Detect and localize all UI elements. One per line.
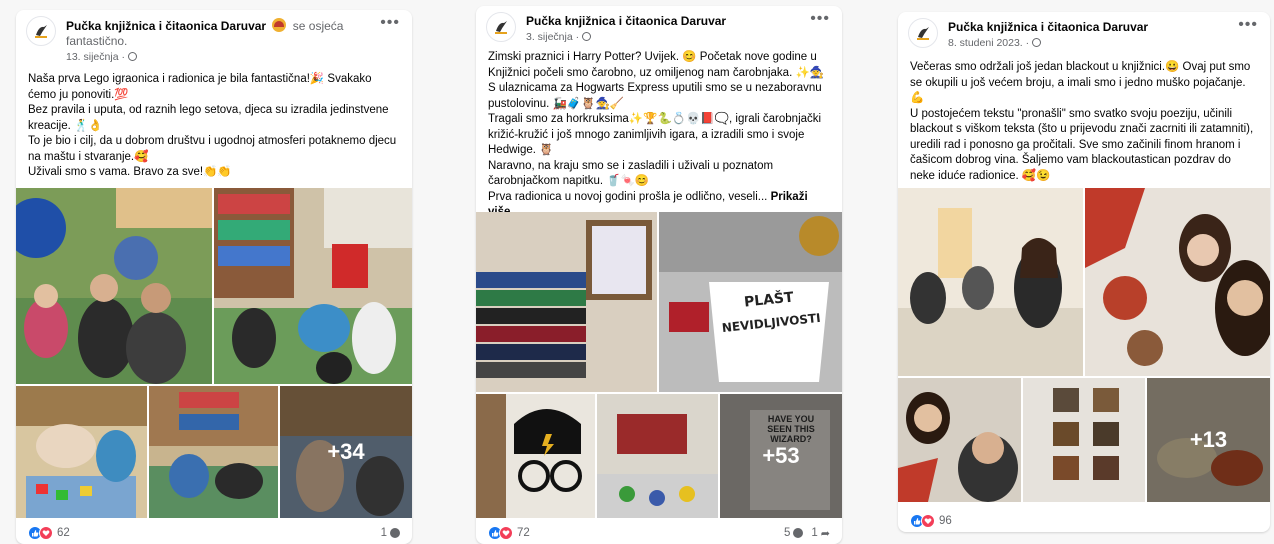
photo-3[interactable] (898, 378, 1021, 502)
photo-4[interactable] (149, 386, 278, 518)
photo-2[interactable] (1085, 188, 1270, 376)
post-footer: 72 5 1 ➦ (476, 522, 842, 544)
reaction-count[interactable]: 72 (517, 527, 530, 539)
page-name[interactable]: Pučka knjižnica i čitaonica Daruvar (526, 14, 726, 28)
photo-gallery: +13 (898, 188, 1270, 502)
books-photo (476, 212, 657, 392)
more-photos-count[interactable]: +13 (1147, 378, 1270, 502)
photo-3[interactable] (476, 394, 595, 518)
globe-icon (582, 32, 592, 41)
feeling-emoji-icon (272, 18, 287, 32)
post-header: Pučka knjižnica i čitaonica Daruvar 8. s… (898, 12, 1270, 56)
blackout-craft-photo (1085, 188, 1270, 376)
library-play-photo (214, 188, 412, 384)
love-icon[interactable] (39, 526, 53, 540)
stork-logo-icon (913, 23, 933, 43)
kids-floor-photo (149, 386, 278, 518)
page-name[interactable]: Pučka knjižnica i čitaonica Daruvar (66, 19, 266, 33)
share-count[interactable]: 1 (811, 527, 817, 539)
page-avatar[interactable] (26, 16, 56, 46)
photo-gallery: PLAŠT NEVIDLJIVOSTI HAVE YOU SEEN THIS W… (476, 212, 842, 518)
photo-1[interactable] (476, 212, 657, 392)
post-blackout: Pučka knjižnica i čitaonica Daruvar 8. s… (898, 12, 1270, 532)
post-header: Pučka knjižnica i čitaonica Daruvar se o… (16, 10, 412, 68)
photo-gallery: +34 (16, 188, 412, 518)
share-icon: ➦ (820, 527, 830, 540)
post-text: Večeras smo održali još jedan blackout u… (910, 61, 1254, 182)
comment-icon (390, 528, 400, 538)
photo-1[interactable] (16, 188, 212, 384)
post-footer: 62 1 (16, 522, 412, 544)
reaction-count[interactable]: 62 (57, 527, 70, 539)
post-header: Pučka knjižnica i čitaonica Daruvar 3. s… (476, 6, 842, 46)
lego-table-photo (16, 386, 147, 518)
globe-icon (127, 52, 137, 61)
page-name[interactable]: Pučka knjižnica i čitaonica Daruvar (948, 20, 1148, 34)
photo-4[interactable] (597, 394, 718, 518)
comment-count[interactable]: 5 (784, 527, 790, 539)
comment-icon (793, 528, 804, 538)
post-lego: Pučka knjižnica i čitaonica Daruvar se o… (16, 10, 412, 544)
harry-drawing-photo (476, 394, 595, 518)
post-text: Zimski praznici i Harry Potter? Uvijek. … (476, 46, 842, 227)
group-table-photo (898, 188, 1083, 376)
more-photos-count[interactable]: +53 (720, 394, 842, 518)
more-options-icon[interactable]: ••• (1238, 17, 1258, 33)
photo-2[interactable]: PLAŠT NEVIDLJIVOSTI (659, 212, 842, 392)
post-date[interactable]: 3. siječnja (526, 31, 573, 43)
artworks-wall-photo (1023, 378, 1145, 502)
photo-5-more[interactable]: +13 (1147, 378, 1270, 502)
stork-logo-icon (31, 21, 51, 41)
photo-3[interactable] (16, 386, 147, 518)
writing-photo (898, 378, 1021, 502)
post-harry-potter: Pučka knjižnica i čitaonica Daruvar 3. s… (476, 6, 842, 544)
page-avatar[interactable] (908, 18, 938, 48)
photo-2[interactable] (214, 188, 412, 384)
photo-1[interactable] (898, 188, 1083, 376)
photo-4[interactable] (1023, 378, 1145, 502)
more-photos-count[interactable]: +34 (280, 386, 412, 518)
post-date[interactable]: 13. siječnja (66, 51, 119, 63)
reaction-count[interactable]: 96 (939, 515, 952, 527)
post-footer: 96 (898, 510, 1270, 532)
post-text-content: Zimski praznici i Harry Potter? Uvijek. … (488, 51, 825, 203)
more-options-icon[interactable]: ••• (380, 15, 400, 31)
photo-5-more[interactable]: HAVE YOU SEEN THIS WIZARD? +53 (720, 394, 842, 518)
stork-logo-icon (491, 17, 511, 37)
photo-5-more[interactable]: +34 (280, 386, 412, 518)
post-text: Naša prva Lego igraonica i radionica je … (28, 73, 397, 178)
love-icon[interactable] (499, 526, 513, 540)
love-icon[interactable] (921, 514, 935, 528)
lego-kids-photo (16, 188, 212, 384)
page-avatar[interactable] (486, 12, 516, 42)
comment-count[interactable]: 1 (381, 527, 387, 539)
hogwarts-express-photo (597, 394, 718, 518)
globe-icon (1032, 38, 1042, 47)
more-options-icon[interactable]: ••• (810, 11, 830, 27)
post-date[interactable]: 8. studeni 2023. (948, 37, 1023, 49)
